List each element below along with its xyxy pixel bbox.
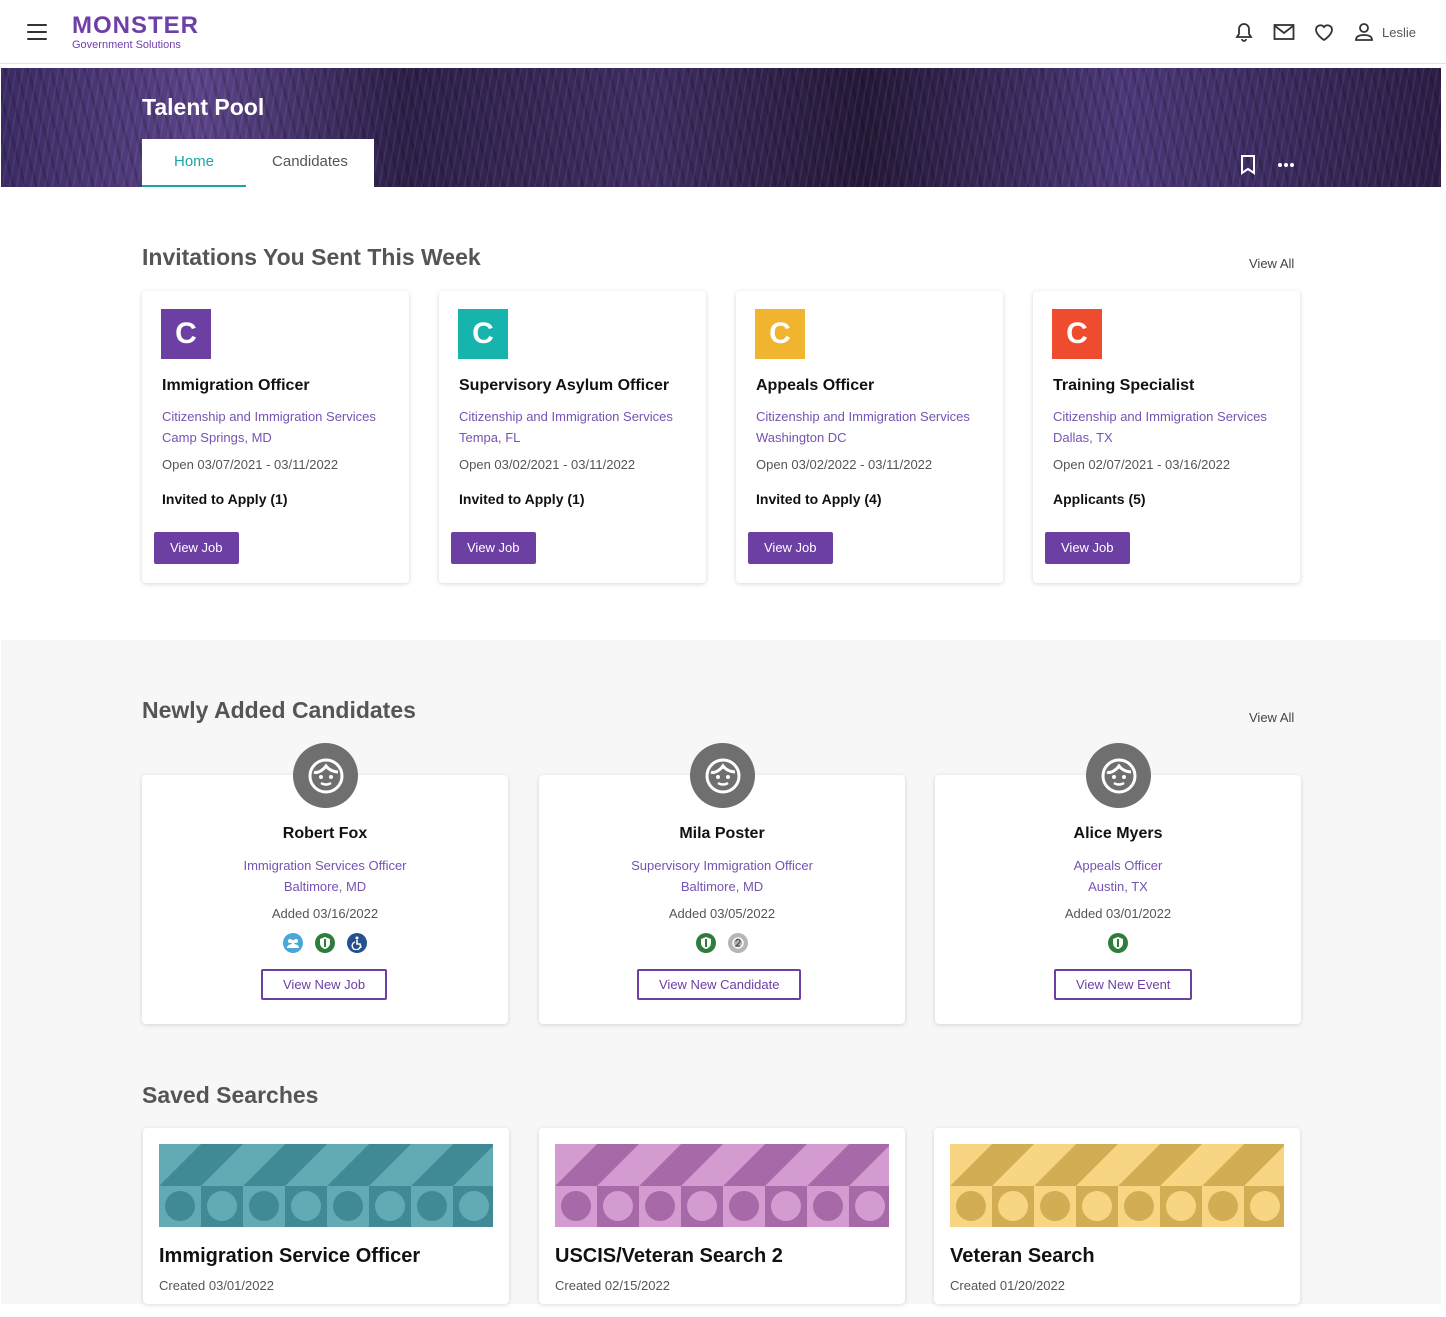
job-agency[interactable]: Citizenship and Immigration Services bbox=[459, 409, 673, 424]
job-open-dates: Open 03/07/2021 - 03/11/2022 bbox=[162, 457, 339, 472]
talent-pool-banner: Talent Pool Home Candidates bbox=[1, 68, 1441, 187]
view-job-button[interactable]: View Job bbox=[154, 532, 239, 564]
job-card: C Immigration Officer Citizenship and Im… bbox=[142, 291, 409, 583]
view-job-button[interactable]: View Job bbox=[748, 532, 833, 564]
tab-home[interactable]: Home bbox=[142, 139, 247, 187]
job-invite-status: Invited to Apply (1) bbox=[162, 491, 288, 507]
candidates-view-all-link[interactable]: View All bbox=[1249, 710, 1294, 725]
saved-search-pattern bbox=[950, 1144, 1284, 1227]
job-title: Training Specialist bbox=[1053, 377, 1195, 394]
candidate-role[interactable]: Appeals Officer bbox=[935, 858, 1301, 873]
job-location[interactable]: Washington DC bbox=[756, 430, 847, 445]
job-letter-avatar: C bbox=[161, 309, 211, 359]
view-job-button[interactable]: View Job bbox=[451, 532, 536, 564]
view-job-button[interactable]: View Job bbox=[1045, 532, 1130, 564]
view-new-candidate-button[interactable]: View New Candidate bbox=[637, 969, 802, 1000]
monster-logo[interactable]: MONSTER Government Solutions bbox=[72, 12, 199, 52]
job-title: Appeals Officer bbox=[756, 377, 875, 394]
veteran-badge-icon bbox=[315, 933, 335, 953]
job-title: Immigration Officer bbox=[162, 377, 310, 394]
view-new-event-button[interactable]: View New Event bbox=[1054, 969, 1193, 1000]
saved-search-created-date: Created 02/15/2022 bbox=[555, 1278, 670, 1293]
job-open-dates: Open 03/02/2022 - 03/11/2022 bbox=[756, 457, 933, 472]
saved-search-title[interactable]: USCIS/Veteran Search 2 bbox=[555, 1245, 783, 1268]
candidate-badges bbox=[539, 933, 905, 953]
banner-actions bbox=[1237, 154, 1313, 176]
job-card: C Supervisory Asylum Officer Citizenship… bbox=[439, 291, 706, 583]
saved-search-title[interactable]: Immigration Service Officer bbox=[159, 1245, 420, 1268]
invitations-section-title: Invitations You Sent This Week bbox=[142, 244, 481, 270]
candidate-avatar[interactable] bbox=[690, 743, 755, 808]
user-icon[interactable] bbox=[1352, 20, 1376, 44]
candidate-role[interactable]: Supervisory Immigration Officer bbox=[539, 858, 905, 873]
job-letter-avatar: C bbox=[458, 309, 508, 359]
group-badge-icon bbox=[283, 933, 303, 953]
job-card: C Training Specialist Citizenship and Im… bbox=[1033, 291, 1300, 583]
job-invite-status: Applicants (5) bbox=[1053, 491, 1146, 507]
candidates-section-title: Newly Added Candidates bbox=[142, 697, 416, 723]
banner-tabs: Home Candidates bbox=[142, 139, 374, 187]
view-new-job-button[interactable]: View New Job bbox=[261, 969, 388, 1000]
candidate-card: Robert Fox Immigration Services Officer … bbox=[142, 775, 508, 1024]
candidate-avatar[interactable] bbox=[1086, 743, 1151, 808]
candidate-badges bbox=[935, 933, 1301, 953]
job-letter-avatar: C bbox=[755, 309, 805, 359]
invitations-view-all-link[interactable]: View All bbox=[1249, 256, 1294, 271]
logo-wordmark: MONSTER bbox=[72, 12, 199, 39]
candidate-location[interactable]: Baltimore, MD bbox=[142, 879, 508, 894]
saved-search-card[interactable]: USCIS/Veteran Search 2 Created 02/15/202… bbox=[539, 1128, 905, 1304]
job-location[interactable]: Dallas, TX bbox=[1053, 430, 1113, 445]
saved-search-card[interactable]: Immigration Service Officer Created 03/0… bbox=[143, 1128, 509, 1304]
job-location[interactable]: Camp Springs, MD bbox=[162, 430, 272, 445]
bell-icon[interactable] bbox=[1232, 20, 1256, 44]
candidate-name[interactable]: Alice Myers bbox=[935, 825, 1301, 843]
veteran-badge-icon bbox=[1108, 933, 1128, 953]
candidate-added-date: Added 03/05/2022 bbox=[668, 906, 776, 921]
candidate-name[interactable]: Mila Poster bbox=[539, 825, 905, 843]
top-navigation-bar: MONSTER Government Solutions Leslie bbox=[0, 0, 1446, 64]
heart-icon[interactable] bbox=[1312, 20, 1336, 44]
mail-icon[interactable] bbox=[1272, 20, 1296, 44]
candidate-added-date: Added 03/01/2022 bbox=[1064, 906, 1172, 921]
saved-search-created-date: Created 03/01/2022 bbox=[159, 1278, 274, 1293]
job-title: Supervisory Asylum Officer bbox=[459, 377, 670, 394]
menu-icon[interactable] bbox=[27, 24, 47, 40]
top-icons-group: Leslie bbox=[1216, 20, 1416, 44]
job-open-dates: Open 02/07/2021 - 03/16/2022 bbox=[1053, 457, 1231, 472]
saved-search-pattern bbox=[159, 1144, 493, 1227]
candidate-location[interactable]: Baltimore, MD bbox=[539, 879, 905, 894]
accessibility-badge-icon bbox=[347, 933, 367, 953]
more-options-icon[interactable] bbox=[1275, 154, 1297, 176]
number-two-badge-icon bbox=[728, 933, 748, 953]
job-agency[interactable]: Citizenship and Immigration Services bbox=[1053, 409, 1267, 424]
job-agency[interactable]: Citizenship and Immigration Services bbox=[162, 409, 376, 424]
candidate-location[interactable]: Austin, TX bbox=[935, 879, 1301, 894]
candidate-avatar[interactable] bbox=[293, 743, 358, 808]
job-card: C Appeals Officer Citizenship and Immigr… bbox=[736, 291, 1003, 583]
saved-search-created-date: Created 01/20/2022 bbox=[950, 1278, 1065, 1293]
candidate-added-date: Added 03/16/2022 bbox=[271, 906, 379, 921]
candidate-role[interactable]: Immigration Services Officer bbox=[142, 858, 508, 873]
logo-subtitle: Government Solutions bbox=[72, 39, 181, 51]
job-letter-avatar: C bbox=[1052, 309, 1102, 359]
tab-candidates[interactable]: Candidates bbox=[246, 139, 374, 187]
job-invite-status: Invited to Apply (1) bbox=[459, 491, 585, 507]
candidate-badges bbox=[142, 933, 508, 953]
page-title: Talent Pool bbox=[142, 94, 265, 120]
job-open-dates: Open 03/02/2021 - 03/11/2022 bbox=[459, 457, 636, 472]
saved-searches-section-title: Saved Searches bbox=[142, 1082, 319, 1108]
job-location[interactable]: Tempa, FL bbox=[459, 430, 520, 445]
candidate-card: Mila Poster Supervisory Immigration Offi… bbox=[539, 775, 905, 1024]
candidate-card: Alice Myers Appeals Officer Austin, TX A… bbox=[935, 775, 1301, 1024]
veteran-badge-icon bbox=[696, 933, 716, 953]
bookmark-icon[interactable] bbox=[1237, 154, 1259, 176]
user-name[interactable]: Leslie bbox=[1382, 25, 1416, 40]
job-invite-status: Invited to Apply (4) bbox=[756, 491, 882, 507]
saved-search-card[interactable]: Veteran Search Created 01/20/2022 bbox=[934, 1128, 1300, 1304]
saved-search-pattern bbox=[555, 1144, 889, 1227]
job-agency[interactable]: Citizenship and Immigration Services bbox=[756, 409, 970, 424]
saved-search-title[interactable]: Veteran Search bbox=[950, 1245, 1095, 1268]
candidate-name[interactable]: Robert Fox bbox=[142, 825, 508, 843]
